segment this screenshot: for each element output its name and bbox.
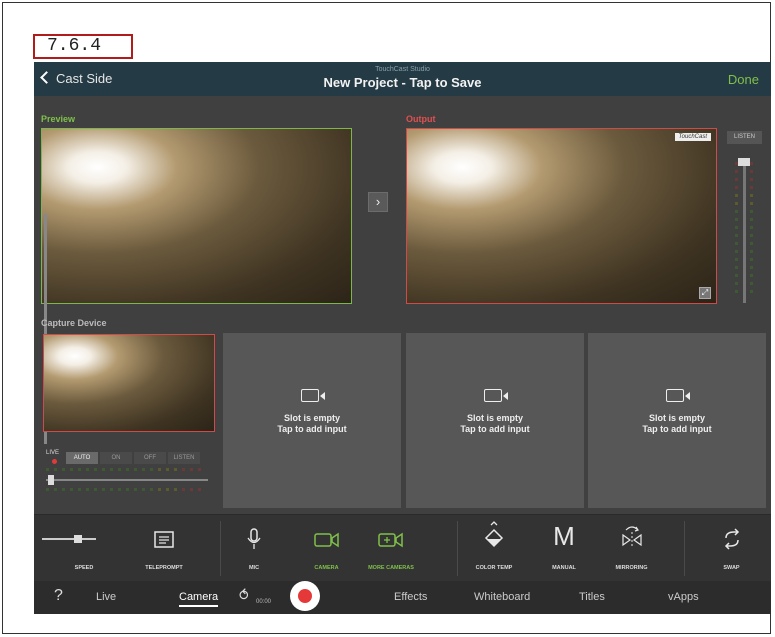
manual-icon: M	[553, 521, 575, 551]
more-cameras-label: MORE CAMERAS	[368, 565, 414, 571]
speed-label: SPEED	[74, 565, 94, 571]
recording-timer: 00:00	[256, 599, 272, 605]
mode-auto-button[interactable]: AUTO	[66, 452, 98, 464]
output-label: Output	[406, 114, 436, 124]
swap-button[interactable]: SWAP	[704, 515, 759, 582]
fullscreen-icon[interactable]: ⤢	[699, 287, 711, 299]
help-icon[interactable]: ?	[54, 587, 63, 605]
slot-empty-text: Slot is empty	[466, 413, 523, 423]
live-label: LIVE	[46, 450, 60, 456]
camera-label: CAMERA	[314, 565, 339, 571]
capture-level-meter-top	[46, 468, 201, 471]
slot-empty-text: Slot is empty	[648, 413, 705, 423]
tab-camera[interactable]: Camera	[179, 591, 219, 607]
mirroring-icon	[621, 526, 642, 548]
speed-track[interactable]	[42, 538, 96, 540]
slot-add-text: Tap to add input	[460, 424, 530, 434]
camera-tool-button[interactable]: CAMERA	[304, 515, 349, 582]
color-temp-label: COLOR TEMP	[475, 565, 513, 571]
mic-label: MIC	[248, 565, 260, 571]
color-temp-icon	[484, 521, 504, 548]
output-volume-track[interactable]	[743, 158, 746, 303]
section-tag: 7.6.4	[33, 34, 133, 59]
live-indicator	[52, 459, 57, 464]
preview-label: Preview	[41, 114, 76, 124]
tool-divider	[684, 521, 685, 576]
video-camera-icon	[301, 389, 325, 402]
slot-add-text: Tap to add input	[277, 424, 347, 434]
mode-on-button[interactable]: ON	[100, 452, 132, 464]
capture-volume-track[interactable]	[46, 479, 208, 481]
tool-divider	[457, 521, 458, 576]
capture-volume-handle[interactable]	[48, 475, 54, 485]
touchcast-app: Cast Side TouchCast Studio New Project -…	[34, 62, 771, 614]
preview-video[interactable]	[41, 128, 352, 304]
record-button[interactable]	[290, 581, 320, 611]
tool-divider	[220, 521, 221, 576]
empty-slot-2[interactable]: Slot is empty Tap to add input	[406, 333, 584, 508]
manual-button[interactable]: M MANUAL	[539, 515, 589, 582]
empty-slot-3[interactable]: Slot is empty Tap to add input	[588, 333, 766, 508]
capture-device-video[interactable]	[43, 334, 215, 432]
tab-live[interactable]: Live	[96, 591, 116, 603]
more-cameras-button[interactable]: MORE CAMERAS	[362, 515, 420, 582]
video-camera-icon	[313, 532, 339, 548]
output-video[interactable]: TouchCast ⤢	[406, 128, 717, 304]
teleprompt-button[interactable]: TELEPROMPT	[134, 515, 194, 582]
bottom-nav: ? Live Camera ⥀ 00:00 Effects Whiteboard…	[34, 581, 771, 614]
mode-off-button[interactable]: OFF	[134, 452, 166, 464]
video-camera-icon	[484, 389, 508, 402]
audio-mode-selector: AUTO ON OFF LISTEN	[66, 452, 200, 464]
slot-add-text: Tap to add input	[642, 424, 712, 434]
project-title[interactable]: New Project - Tap to Save	[34, 75, 771, 90]
swap-label: SWAP	[723, 565, 740, 571]
tab-vapps[interactable]: vApps	[668, 591, 699, 603]
tab-titles[interactable]: Titles	[579, 591, 605, 603]
app-name: TouchCast Studio	[375, 66, 430, 73]
tool-bar: SPEED TELEPROMPT MIC CAMERA MORE CAMERAS…	[34, 514, 771, 581]
manual-label: MANUAL	[552, 565, 576, 571]
speed-control[interactable]: SPEED	[34, 515, 134, 582]
undo-icon[interactable]: ⥀	[239, 587, 249, 604]
touchcast-watermark: TouchCast	[674, 133, 711, 141]
output-volume-handle[interactable]	[738, 158, 750, 166]
push-to-output-button[interactable]: ›	[368, 192, 388, 212]
swap-icon	[724, 528, 739, 550]
output-listen-button[interactable]: LISTEN	[727, 131, 762, 144]
tab-whiteboard[interactable]: Whiteboard	[474, 591, 530, 603]
capture-device-label: Capture Device	[41, 318, 107, 328]
capture-level-meter-bottom	[46, 488, 201, 491]
mirroring-label: MIRRORING	[615, 565, 648, 571]
tab-effects[interactable]: Effects	[394, 591, 427, 603]
video-camera-icon	[666, 389, 690, 402]
mirroring-button[interactable]: MIRRORING	[604, 515, 659, 582]
done-button[interactable]: Done	[728, 72, 759, 87]
teleprompt-label: TELEPROMPT	[145, 565, 183, 571]
empty-slot-1[interactable]: Slot is empty Tap to add input	[223, 333, 401, 508]
top-bar: Cast Side TouchCast Studio New Project -…	[34, 62, 771, 96]
color-temp-button[interactable]: COLOR TEMP	[464, 515, 524, 582]
mode-listen-button[interactable]: LISTEN	[168, 452, 200, 464]
microphone-icon	[247, 528, 261, 549]
teleprompt-icon	[154, 531, 174, 548]
speed-handle[interactable]	[74, 535, 82, 543]
add-camera-icon	[378, 532, 403, 548]
slot-empty-text: Slot is empty	[283, 413, 340, 423]
mic-button[interactable]: MIC	[229, 515, 279, 582]
main-area: Preview Output › TouchCast ⤢ LISTEN Capt…	[34, 96, 771, 514]
